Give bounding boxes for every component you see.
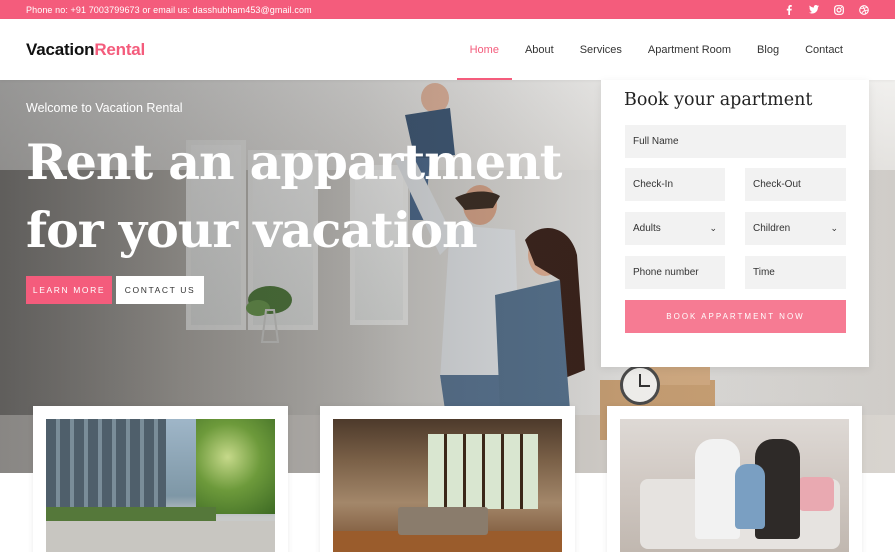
adults-select[interactable]: Adults ⌄ — [625, 212, 725, 245]
site-header: VacationRental Home About Services Apart… — [0, 19, 895, 80]
building-shape — [46, 419, 166, 519]
facebook-icon[interactable] — [784, 4, 794, 15]
pillow-shape — [798, 477, 834, 511]
phone-input[interactable]: Phone number — [625, 256, 725, 289]
twitter-icon[interactable] — [809, 5, 819, 15]
nav-services[interactable]: Services — [567, 19, 635, 80]
full-name-placeholder: Full Name — [633, 136, 679, 147]
contact-info: Phone no: +91 7003799673 or email us: da… — [26, 4, 312, 15]
family-sofa-image — [620, 419, 849, 552]
person-shape — [695, 439, 740, 539]
book-apartment-button[interactable]: BOOK APPARTMENT NOW — [625, 300, 846, 333]
full-name-input[interactable]: Full Name — [625, 125, 846, 158]
hero-headline-line1: Rent an appartment — [26, 133, 562, 191]
apartment-card[interactable] — [320, 406, 575, 552]
living-room-image — [333, 419, 562, 552]
window-shape — [428, 434, 538, 509]
main-nav: Home About Services Apartment Room Blog … — [456, 19, 856, 80]
chevron-down-icon: ⌄ — [709, 223, 717, 233]
nav-blog[interactable]: Blog — [744, 19, 792, 80]
booking-title: Book your apartment — [624, 90, 813, 110]
time-placeholder: Time — [753, 267, 775, 278]
chevron-down-icon: ⌄ — [830, 223, 838, 233]
hero-headline: Rent an appartment for your vacation — [26, 128, 586, 264]
check-in-placeholder: Check-In — [633, 179, 674, 190]
apartment-card[interactable] — [607, 406, 862, 552]
sofa-shape — [398, 507, 488, 535]
booking-form: Book your apartment Full Name Check-In C… — [601, 80, 869, 367]
check-in-input[interactable]: Check-In — [625, 168, 725, 201]
logo-accent-text: Rental — [94, 39, 146, 59]
instagram-icon[interactable] — [834, 4, 844, 15]
hedge-shape — [46, 507, 216, 521]
social-links — [784, 4, 869, 15]
adults-value: Adults — [633, 223, 661, 234]
contact-us-button[interactable]: CONTACT US — [116, 276, 204, 304]
apartment-card[interactable] — [33, 406, 288, 552]
trees-shape — [196, 419, 275, 514]
site-logo[interactable]: VacationRental — [26, 40, 457, 60]
phone-placeholder: Phone number — [633, 267, 699, 278]
children-value: Children — [753, 223, 791, 234]
child-shape — [735, 464, 765, 529]
apartment-exterior-image — [46, 419, 275, 552]
top-info-bar: Phone no: +91 7003799673 or email us: da… — [0, 0, 895, 19]
check-out-input[interactable]: Check-Out — [745, 168, 846, 201]
children-select[interactable]: Children ⌄ — [745, 212, 846, 245]
nav-home[interactable]: Home — [456, 19, 513, 80]
check-out-placeholder: Check-Out — [753, 179, 801, 190]
hero-welcome-text: Welcome to Vacation Rental — [26, 101, 183, 115]
walkway-shape — [46, 521, 275, 552]
nav-contact[interactable]: Contact — [792, 19, 856, 80]
learn-more-button[interactable]: LEARN MORE — [26, 276, 112, 304]
time-input[interactable]: Time — [745, 256, 846, 289]
dribbble-icon[interactable] — [859, 4, 869, 15]
nav-about[interactable]: About — [512, 19, 567, 80]
hero-headline-line2: for your vacation — [26, 201, 478, 259]
logo-main-text: Vacation — [26, 39, 95, 59]
nav-apartment-room[interactable]: Apartment Room — [635, 19, 744, 80]
